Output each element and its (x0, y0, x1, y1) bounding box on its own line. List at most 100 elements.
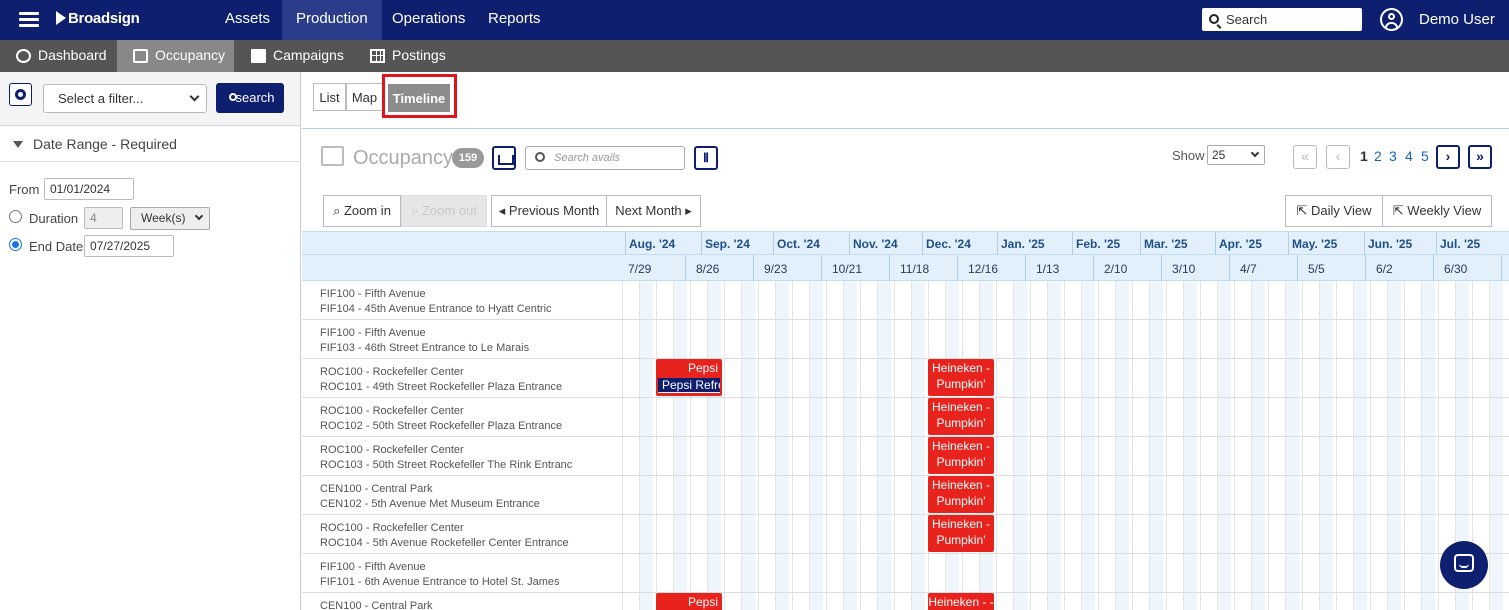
timeline-row[interactable]: FIF100 - Fifth Avenue FIF101 - 6th Avenue… (302, 554, 1509, 593)
timeline-row[interactable]: ROC100 - Rockefeller Center ROC101 - 49th… (302, 359, 1509, 398)
month-label: Nov. '24 (853, 237, 898, 251)
booking-bar[interactable]: Heineken - Pumpkin' (928, 437, 994, 474)
columns-button[interactable]: ⫴ (694, 146, 718, 170)
page-1[interactable]: 1 (1360, 148, 1368, 164)
booking-label: Heineken - - (928, 595, 994, 609)
booking-bar[interactable]: Pepsi (656, 593, 722, 610)
page-2[interactable]: 2 (1374, 148, 1382, 164)
month-label: Jul. '25 (1440, 237, 1481, 251)
row-face-label: ROC102 - 50th Street Rockefeller Plaza E… (320, 420, 563, 432)
row-parent-label: ROC100 - Rockefeller Center (320, 366, 464, 378)
nav-operations[interactable]: Operations (378, 0, 479, 40)
month-label: Feb. '25 (1076, 237, 1121, 251)
page-size-select[interactable]: 25 (1207, 145, 1265, 165)
row-parent-label: FIF100 - Fifth Avenue (320, 327, 426, 339)
hamburger-menu-icon[interactable] (19, 12, 39, 28)
filter-settings-button[interactable] (9, 83, 32, 106)
booking-bar[interactable]: Pepsi Pepsi Refres (656, 359, 722, 396)
daily-view-button[interactable]: ⇱ Daily View (1285, 195, 1383, 227)
export-button[interactable] (492, 146, 516, 170)
row-parent-label: ROC100 - Rockefeller Center (320, 444, 464, 456)
user-name[interactable]: Demo User (1419, 11, 1495, 28)
duration-input[interactable]: 4 (84, 207, 123, 229)
nav-production[interactable]: Production (282, 0, 382, 40)
booking-label: Heineken - (931, 361, 991, 375)
collapse-triangle-icon (13, 141, 23, 148)
date-range-header[interactable]: Date Range - Required (0, 126, 300, 162)
month-separator (1288, 232, 1289, 256)
week-label: 2/10 (1104, 262, 1128, 276)
timeline-row[interactable]: CEN100 - Central Park CEN102 - 5th Avenue… (302, 476, 1509, 515)
subnav-occupancy[interactable]: Occupancy (117, 40, 234, 72)
tab-map[interactable]: Map (346, 83, 383, 111)
week-separator (1365, 255, 1366, 281)
booking-bar[interactable]: Heineken - - (928, 593, 994, 610)
filter-search-button[interactable]: search (216, 83, 284, 113)
week-label: 10/21 (832, 262, 863, 276)
row-parent-label: FIF100 - Fifth Avenue (320, 561, 426, 573)
timeline-row[interactable]: FIF100 - Fifth Avenue FIF103 - 46th Stree… (302, 320, 1509, 359)
subnav-campaigns[interactable]: Campaigns (235, 40, 358, 72)
duration-radio[interactable] (9, 210, 22, 223)
show-label: Show (1172, 148, 1205, 163)
first-page-button[interactable]: « (1293, 145, 1317, 169)
filter-bar: Select a filter... search (0, 72, 300, 126)
page-3[interactable]: 3 (1389, 148, 1397, 164)
from-label: From (9, 182, 40, 197)
zoom-in-button[interactable]: ⌕ Zoom in (323, 195, 401, 227)
booking-bar[interactable]: Heineken - Pumpkin' (928, 398, 994, 435)
next-month-button[interactable]: Next Month ▸ (606, 195, 701, 227)
subnav-campaigns-label: Campaigns (273, 47, 344, 63)
nav-reports[interactable]: Reports (474, 0, 555, 40)
week-separator (1161, 255, 1162, 281)
booking-bar[interactable]: Heineken - Pumpkin' (928, 359, 994, 396)
tab-list[interactable]: List (313, 83, 346, 111)
from-date-input[interactable]: 01/01/2024 (44, 178, 134, 200)
week-label: 6/2 (1376, 262, 1393, 276)
week-separator (889, 255, 890, 281)
broadsign-logo[interactable]: Broadsign (56, 10, 140, 27)
global-search-input[interactable]: Search (1202, 8, 1362, 31)
filter-search-label: search (235, 90, 275, 105)
booking-sub-bar[interactable]: Pepsi Refres (658, 378, 720, 393)
subnav-postings[interactable]: Postings (354, 40, 460, 72)
timeline-row[interactable]: ROC100 - Rockefeller Center ROC102 - 50th… (302, 398, 1509, 437)
booking-bar[interactable]: Heineken - Pumpkin' (928, 515, 994, 552)
page-4[interactable]: 4 (1405, 148, 1413, 164)
next-page-button[interactable]: › (1436, 145, 1460, 169)
row-parent-label: CEN100 - Central Park (320, 600, 433, 610)
timeline-row[interactable]: FIF100 - Fifth Avenue FIF104 - 45th Avenu… (302, 281, 1509, 320)
gear-icon (15, 89, 26, 100)
filter-select[interactable]: Select a filter... (43, 84, 207, 113)
end-date-input[interactable]: 07/27/2025 (84, 235, 174, 257)
subnav-dashboard[interactable]: Dashboard (0, 40, 121, 72)
page-5[interactable]: 5 (1421, 148, 1429, 164)
previous-month-button[interactable]: ◂ Previous Month (491, 195, 607, 227)
week-label: 9/23 (764, 262, 788, 276)
duration-unit-select[interactable]: Week(s) (130, 207, 210, 230)
row-parent-label: FIF100 - Fifth Avenue (320, 288, 426, 300)
user-avatar-icon[interactable] (1380, 8, 1403, 31)
page-size-value: 25 (1212, 148, 1226, 162)
end-date-radio[interactable] (9, 238, 22, 251)
row-face-label: ROC104 - 5th Avenue Rockefeller Center E… (320, 537, 569, 549)
avail-search-input[interactable]: Search avails (525, 146, 685, 170)
nav-assets[interactable]: Assets (211, 0, 284, 40)
timeline-row[interactable]: CEN100 - Central Park Pepsi Heineken - - (302, 593, 1509, 610)
filter-select-value: Select a filter... (58, 91, 144, 106)
timeline-row[interactable]: ROC100 - Rockefeller Center ROC103 - 50th… (302, 437, 1509, 476)
global-search-placeholder: Search (1226, 12, 1268, 27)
timeline-row[interactable]: ROC100 - Rockefeller Center ROC104 - 5th … (302, 515, 1509, 554)
booking-bar[interactable]: Heineken - Pumpkin' (928, 476, 994, 513)
timeline-weeks-header: 7/29 8/26 9/23 10/21 11/18 12/16 1/13 2/10 3/10 4… (302, 255, 1509, 281)
next-month-label: Next Month (615, 203, 682, 218)
zoom-out-button[interactable]: ⌕ Zoom out (401, 195, 487, 227)
week-separator (1433, 255, 1434, 281)
chat-launcher-icon[interactable] (1440, 541, 1488, 589)
booking-label-line2: Pumpkin' (936, 377, 986, 391)
last-page-button[interactable]: » (1468, 145, 1492, 169)
duration-unit-value: Week(s) (141, 211, 186, 225)
month-label: Aug. '24 (629, 237, 676, 251)
prev-page-button[interactable]: ‹ (1326, 145, 1350, 169)
weekly-view-button[interactable]: ⇱ Weekly View (1382, 195, 1492, 227)
